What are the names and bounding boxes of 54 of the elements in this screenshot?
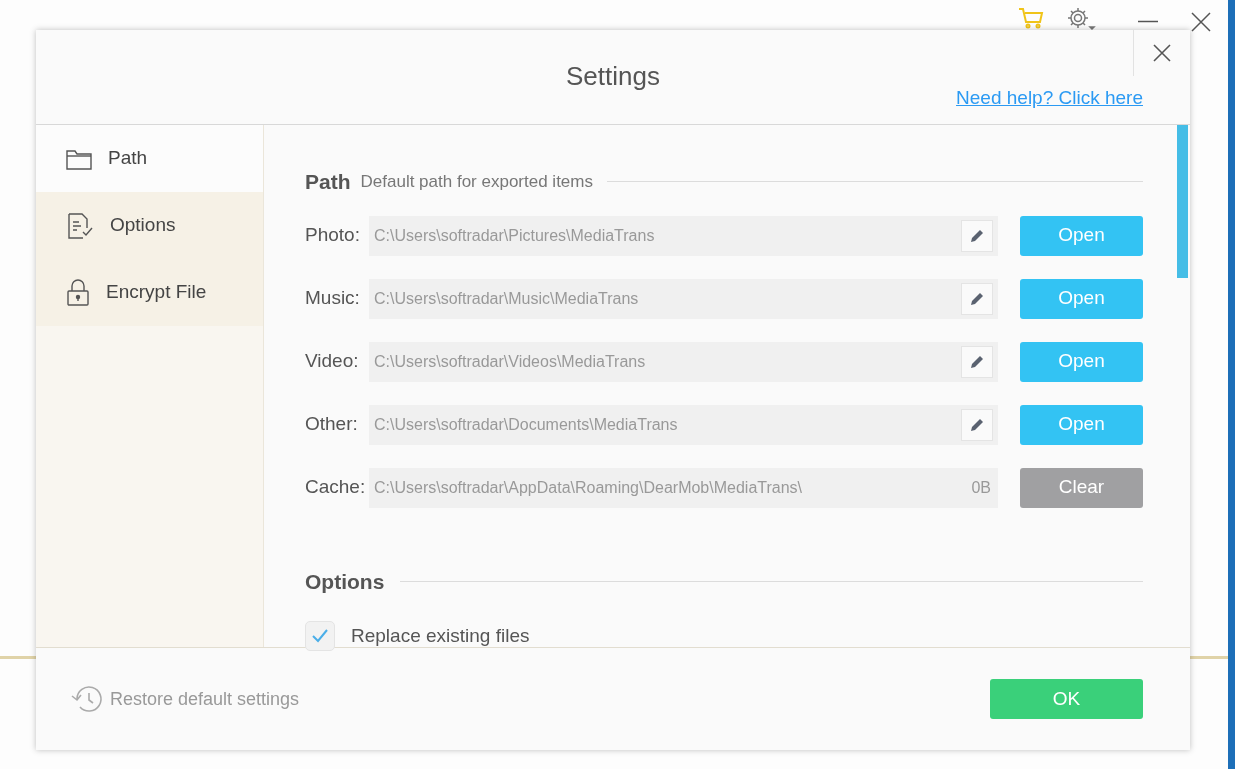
path-label: Other: [305, 412, 359, 437]
dialog-title: Settings [566, 60, 660, 93]
restore-button[interactable]: Restore default settings [70, 684, 300, 714]
pencil-icon [969, 416, 985, 433]
path-value: C:\Users\softradar\Documents\MediaTrans [374, 414, 679, 435]
folder-icon [66, 147, 92, 170]
path-field[interactable]: C:\Users\softradar\Documents\MediaTrans [369, 404, 998, 445]
sidebar-label: Encrypt File [106, 280, 207, 305]
open-button[interactable]: Open [1020, 404, 1143, 445]
path-label: Music: [305, 286, 361, 311]
check-icon [312, 629, 328, 643]
open-button[interactable]: Open [1020, 215, 1143, 256]
open-button[interactable]: Open [1020, 278, 1143, 319]
path-value: C:\Users\softradar\Music\MediaTrans [374, 288, 640, 309]
close-icon [1153, 44, 1171, 62]
scrollbar-thumb[interactable] [1177, 125, 1188, 278]
option-label: Replace existing files [351, 623, 530, 648]
pencil-icon [969, 290, 985, 307]
sidebar-item[interactable]: Path [36, 125, 263, 192]
close-icon[interactable] [1191, 12, 1211, 32]
minimize-icon[interactable] [1138, 20, 1158, 23]
history-icon [70, 684, 104, 714]
section-title: Path [305, 169, 351, 195]
path-value: C:\Users\softradar\Videos\MediaTrans [374, 351, 647, 372]
open-button[interactable]: Open [1020, 341, 1143, 382]
path-label: Video: [305, 349, 360, 374]
checkbox[interactable] [305, 621, 335, 651]
path-label: Cache: [305, 475, 367, 500]
cache-size: 0B [971, 477, 992, 498]
sidebar-label: Path [108, 146, 148, 171]
section-title: Options [305, 568, 385, 595]
ok-button[interactable]: OK [990, 679, 1143, 719]
pencil-icon [969, 227, 985, 244]
sidebar-item[interactable]: Options [36, 192, 263, 259]
sidebar-label: Options [110, 213, 176, 238]
path-field[interactable]: C:\Users\softradar\Music\MediaTrans [369, 278, 998, 319]
lock-icon [66, 278, 90, 307]
edit-button[interactable] [961, 282, 993, 315]
settings-icon[interactable] [1066, 6, 1096, 32]
path-value: C:\Users\softradar\Pictures\MediaTrans [374, 225, 656, 246]
edit-button[interactable] [961, 408, 993, 441]
clear-button[interactable]: Clear [1020, 467, 1143, 508]
sidebar-item[interactable]: Encrypt File [36, 259, 263, 326]
checklist-icon [66, 211, 94, 240]
path-field[interactable]: C:\Users\softradar\Pictures\MediaTrans [369, 215, 998, 256]
path-field[interactable]: C:\Users\softradar\AppData\Roaming\DearMob\MediaTrans\ 0B [369, 467, 998, 508]
section-subtitle: Default path for exported items [360, 171, 593, 193]
path-value: C:\Users\softradar\AppData\Roaming\DearMob\MediaTrans\ [374, 477, 804, 498]
edit-button[interactable] [961, 345, 993, 378]
edit-button[interactable] [961, 219, 993, 252]
pencil-icon [969, 353, 985, 370]
path-field[interactable]: C:\Users\softradar\Videos\MediaTrans [369, 341, 998, 382]
path-label: Photo: [305, 223, 361, 248]
help-link[interactable]: Need help? Click here [956, 84, 1143, 113]
